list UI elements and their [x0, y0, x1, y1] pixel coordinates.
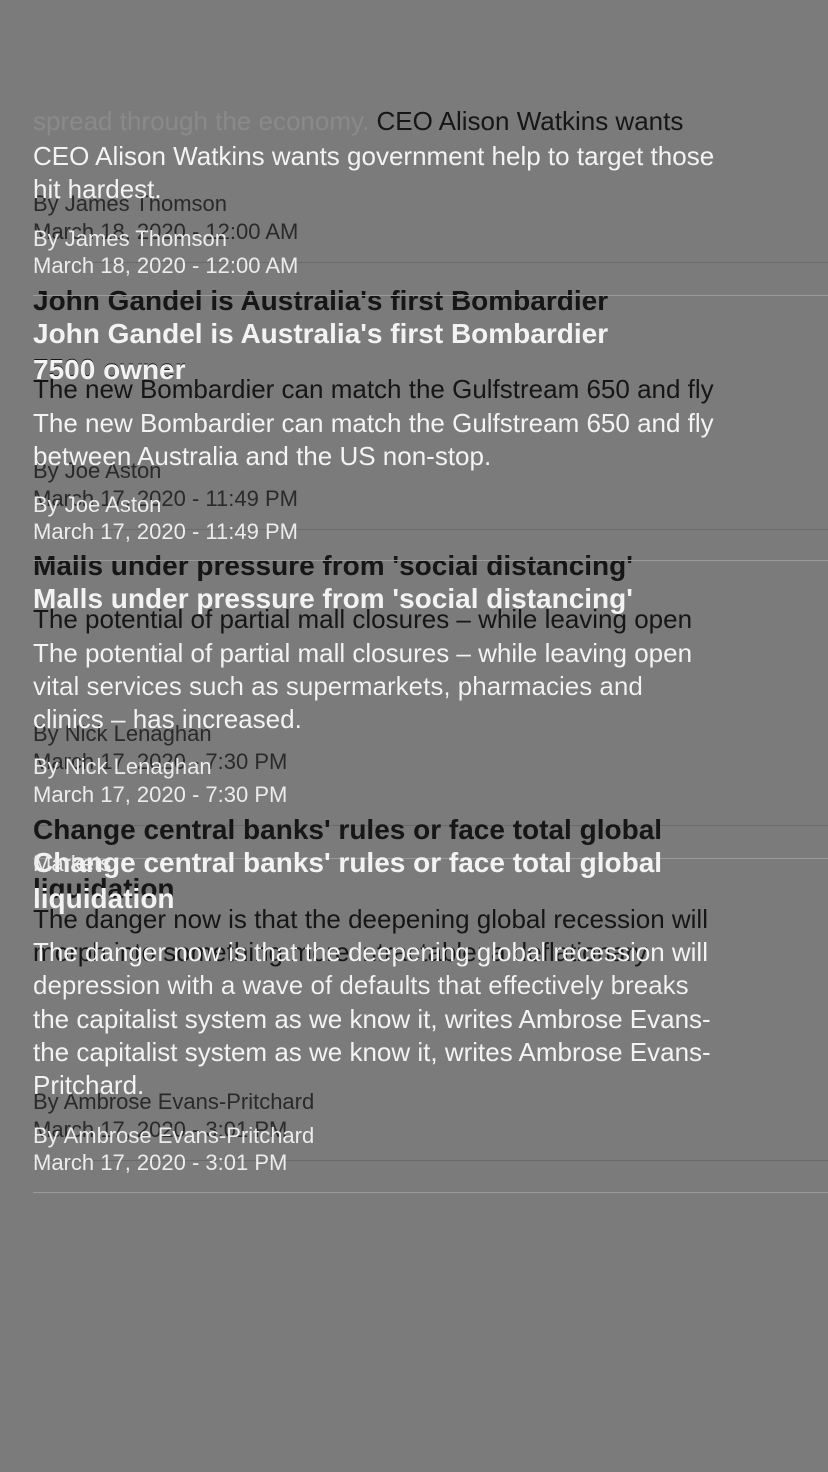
- article-summary: The danger now is that the deepening glo…: [33, 937, 708, 967]
- article-summary: Pritchard.: [33, 1070, 145, 1100]
- article-title[interactable]: 7500 owner: [33, 353, 186, 386]
- article-summary: between Australia and the US non-stop.: [33, 441, 492, 471]
- article-summary: vital services such as supermarkets, pha…: [33, 671, 643, 701]
- article-title[interactable]: John Gandel is Australia's first Bombard…: [33, 317, 608, 350]
- article-author: By Nick Lenaghan: [33, 754, 212, 779]
- article-title[interactable]: Malls under pressure from 'social distan…: [33, 582, 633, 615]
- top-snippet: CEO Alison Watkins wants government help…: [33, 141, 715, 171]
- article-author: By Ambrose Evans-Pritchard: [33, 1123, 315, 1148]
- article-date: March 18, 2020 - 12:00 AM: [33, 253, 299, 278]
- article-title[interactable]: liquidation: [33, 882, 175, 915]
- divider: [33, 560, 828, 561]
- article-date: March 17, 2020 - 7:30 PM: [33, 782, 288, 807]
- top-snippet: hit hardest.: [33, 174, 162, 204]
- article-date: March 17, 2020 - 3:01 PM: [33, 1150, 288, 1175]
- article-date: March 17, 2020 - 11:49 PM: [33, 519, 298, 544]
- article-author: By James Thomson: [33, 226, 228, 251]
- ghost-label: Markets: [33, 851, 112, 876]
- article-summary: clinics – has increased.: [33, 704, 302, 734]
- news-list-light-layer: CEO Alison Watkins wants government help…: [0, 0, 828, 1472]
- article-summary: the capitalist system as we know it, wri…: [33, 1004, 711, 1034]
- article-summary: the capitalist system as we know it, wri…: [33, 1037, 711, 1067]
- article-summary: The new Bombardier can match the Gulfstr…: [33, 408, 714, 438]
- article-summary: depression with a wave of defaults that …: [33, 970, 689, 1000]
- divider: [33, 295, 828, 296]
- divider: [33, 1192, 828, 1193]
- article-author: By Joe Aston: [33, 492, 162, 517]
- article-title[interactable]: Change central banks' rules or face tota…: [33, 846, 662, 879]
- article-summary: The potential of partial mall closures –…: [33, 638, 693, 668]
